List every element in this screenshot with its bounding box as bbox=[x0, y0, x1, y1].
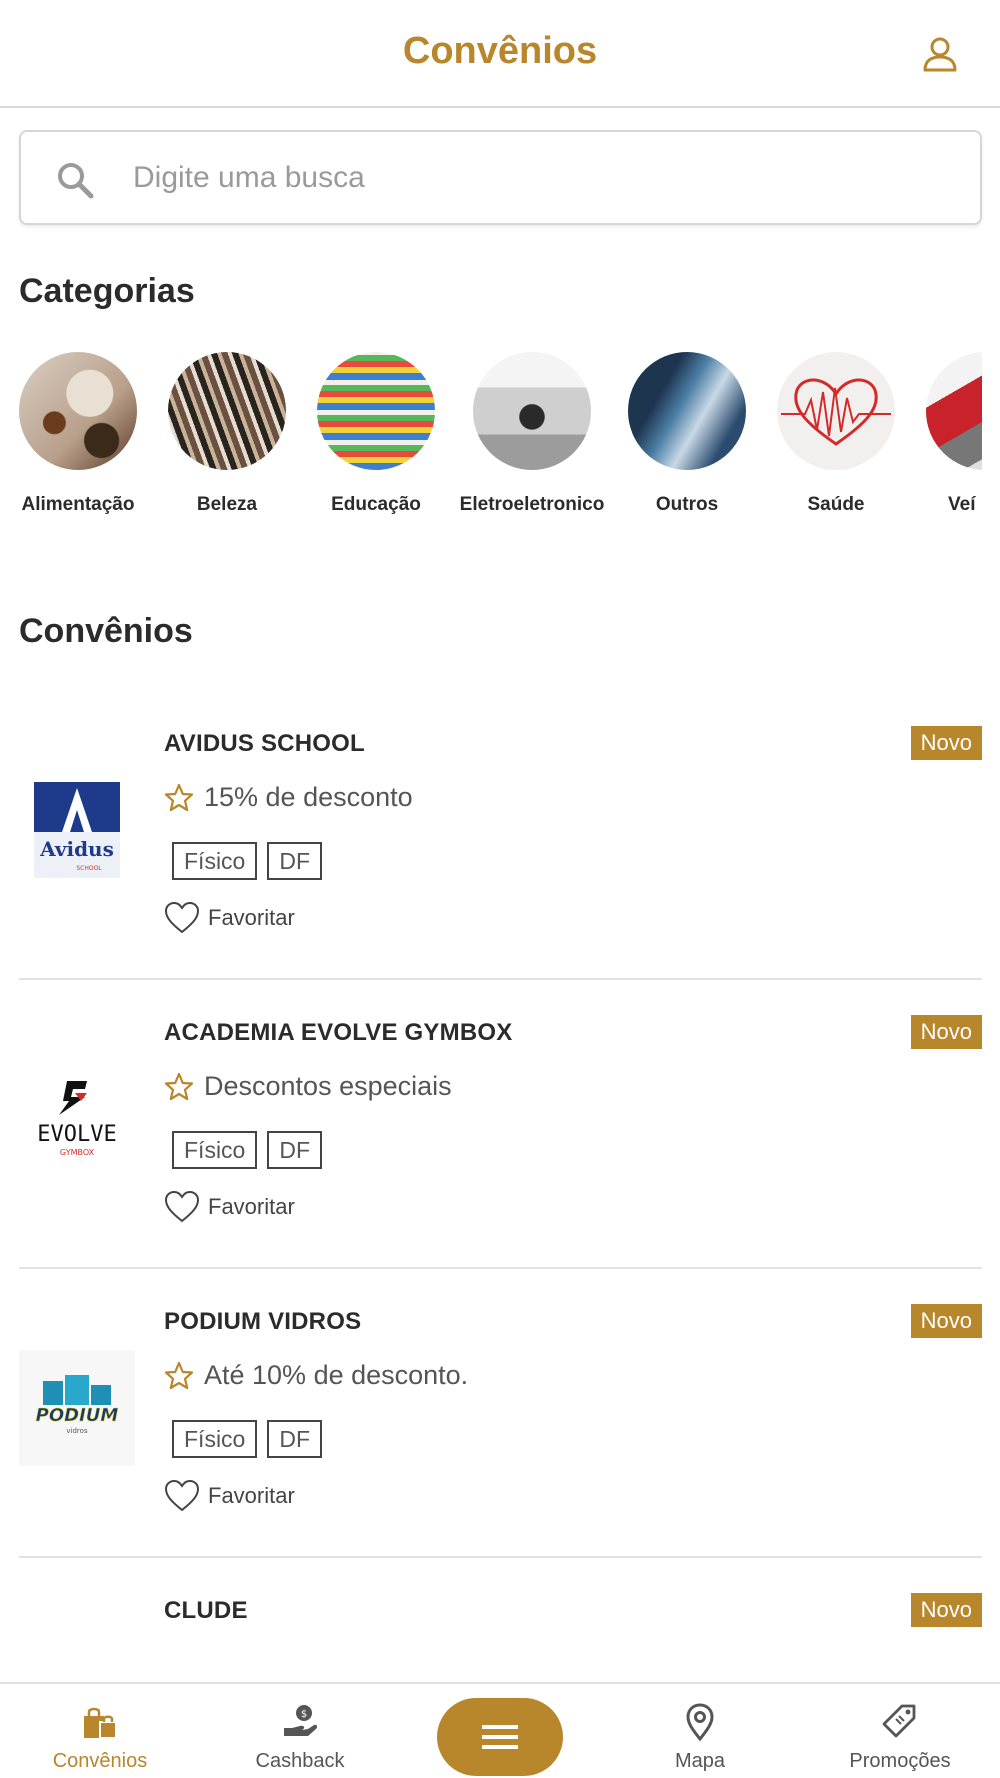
search-input[interactable] bbox=[133, 150, 953, 206]
convenio-name: AVIDUS SCHOOL bbox=[164, 730, 365, 757]
evolve-logo: EVOLVE GYMBOX bbox=[37, 1081, 117, 1157]
categories-carousel[interactable]: Alimentação Beleza Educação Eletroeletro… bbox=[19, 352, 982, 532]
search-icon bbox=[58, 163, 94, 199]
favorite-button[interactable]: Favoritar bbox=[164, 1478, 295, 1514]
category-outros[interactable]: Outros bbox=[612, 352, 762, 516]
discount-row: Até 10% de desconto. bbox=[164, 1360, 468, 1391]
app-header: Convênios bbox=[0, 0, 1000, 108]
convenios-heading: Convênios bbox=[19, 612, 193, 650]
tag-df: DF bbox=[267, 1420, 323, 1458]
category-image-cars bbox=[926, 352, 982, 470]
tag-df: DF bbox=[267, 1131, 323, 1169]
heartbeat-icon bbox=[781, 378, 891, 446]
category-saude[interactable]: Saúde bbox=[761, 352, 911, 516]
nav-mapa[interactable]: Mapa bbox=[620, 1702, 780, 1773]
main-menu-button[interactable] bbox=[437, 1698, 563, 1776]
tag-fisico: Físico bbox=[172, 1131, 258, 1169]
tag-list: Físico DF bbox=[172, 842, 323, 880]
tag-df: DF bbox=[267, 842, 323, 880]
tag-icon bbox=[882, 1704, 916, 1738]
svg-text:vidros: vidros bbox=[66, 1427, 88, 1435]
map-pin-icon bbox=[686, 1703, 714, 1742]
tag-fisico: Físico bbox=[172, 842, 258, 880]
category-educacao[interactable]: Educação bbox=[301, 352, 451, 516]
category-image-makeup-brushes bbox=[168, 352, 286, 470]
new-badge: Novo bbox=[910, 1015, 982, 1049]
category-veiculos[interactable]: Veí bbox=[910, 352, 982, 516]
podium-logo: PODIUM vidros bbox=[35, 1375, 119, 1435]
svg-text:Avidus: Avidus bbox=[39, 837, 114, 861]
heart-icon bbox=[164, 1479, 200, 1512]
shopping-bag-icon bbox=[84, 1707, 117, 1739]
favorite-button[interactable]: Favoritar bbox=[164, 900, 295, 936]
convenio-card[interactable]: Avidus SCHOOL AVIDUS SCHOOL Novo 15% de … bbox=[19, 692, 982, 980]
category-image-school-supplies bbox=[317, 352, 435, 470]
discount-row: Descontos especiais bbox=[164, 1071, 452, 1102]
nav-convenios[interactable]: Convênios bbox=[20, 1702, 180, 1773]
new-badge: Novo bbox=[910, 1304, 982, 1338]
menu-icon bbox=[482, 1725, 518, 1749]
category-image-food bbox=[19, 352, 137, 470]
page-title: Convênios bbox=[402, 30, 598, 72]
nav-promocoes[interactable]: Promoções bbox=[820, 1702, 980, 1773]
nav-cashback[interactable]: $ Cashback bbox=[220, 1702, 380, 1773]
avidus-logo: Avidus SCHOOL bbox=[34, 782, 120, 878]
convenio-card[interactable]: PODIUM vidros PODIUM VIDROS Novo Até 10%… bbox=[19, 1270, 982, 1558]
convenio-card[interactable]: CLUDE Novo bbox=[19, 1559, 982, 1689]
category-image-appliances bbox=[473, 352, 591, 470]
star-icon bbox=[164, 1361, 194, 1389]
convenio-card[interactable]: EVOLVE GYMBOX ACADEMIA EVOLVE GYMBOX Nov… bbox=[19, 981, 982, 1269]
svg-text:$: $ bbox=[301, 1709, 307, 1720]
convenio-name: PODIUM VIDROS bbox=[164, 1308, 362, 1335]
svg-text:EVOLVE: EVOLVE bbox=[37, 1122, 116, 1147]
category-alimentacao[interactable]: Alimentação bbox=[19, 352, 153, 516]
categories-heading: Categorias bbox=[19, 272, 195, 310]
star-icon bbox=[164, 783, 194, 811]
tag-fisico: Físico bbox=[172, 1420, 258, 1458]
convenio-logo: Avidus SCHOOL bbox=[19, 772, 135, 888]
search-bar bbox=[19, 130, 982, 225]
category-eletroeletronico[interactable]: Eletroeletronico bbox=[457, 352, 607, 516]
svg-text:GYMBOX: GYMBOX bbox=[60, 1148, 95, 1157]
new-badge: Novo bbox=[910, 726, 982, 760]
user-icon[interactable] bbox=[920, 34, 960, 74]
convenio-logo: PODIUM vidros bbox=[19, 1350, 135, 1466]
star-icon bbox=[164, 1072, 194, 1100]
convenio-name: CLUDE bbox=[164, 1597, 248, 1624]
tag-list: Físico DF bbox=[172, 1420, 323, 1458]
category-image-heartbeat bbox=[777, 352, 895, 470]
discount-row: 15% de desconto bbox=[164, 782, 413, 813]
category-image-tablet bbox=[628, 352, 746, 470]
bottom-navigation: Convênios $ Cashback Mapa Promoções bbox=[0, 1682, 1000, 1778]
heart-icon bbox=[164, 901, 200, 934]
favorite-button[interactable]: Favoritar bbox=[164, 1189, 295, 1225]
cashback-hand-icon: $ bbox=[284, 1705, 318, 1736]
convenio-name: ACADEMIA EVOLVE GYMBOX bbox=[164, 1019, 513, 1046]
heart-icon bbox=[164, 1190, 200, 1223]
convenio-logo: EVOLVE GYMBOX bbox=[19, 1061, 135, 1177]
new-badge: Novo bbox=[910, 1593, 982, 1627]
tag-list: Físico DF bbox=[172, 1131, 323, 1169]
svg-text:PODIUM: PODIUM bbox=[36, 1405, 119, 1426]
svg-text:SCHOOL: SCHOOL bbox=[76, 865, 102, 872]
category-beleza[interactable]: Beleza bbox=[152, 352, 302, 516]
